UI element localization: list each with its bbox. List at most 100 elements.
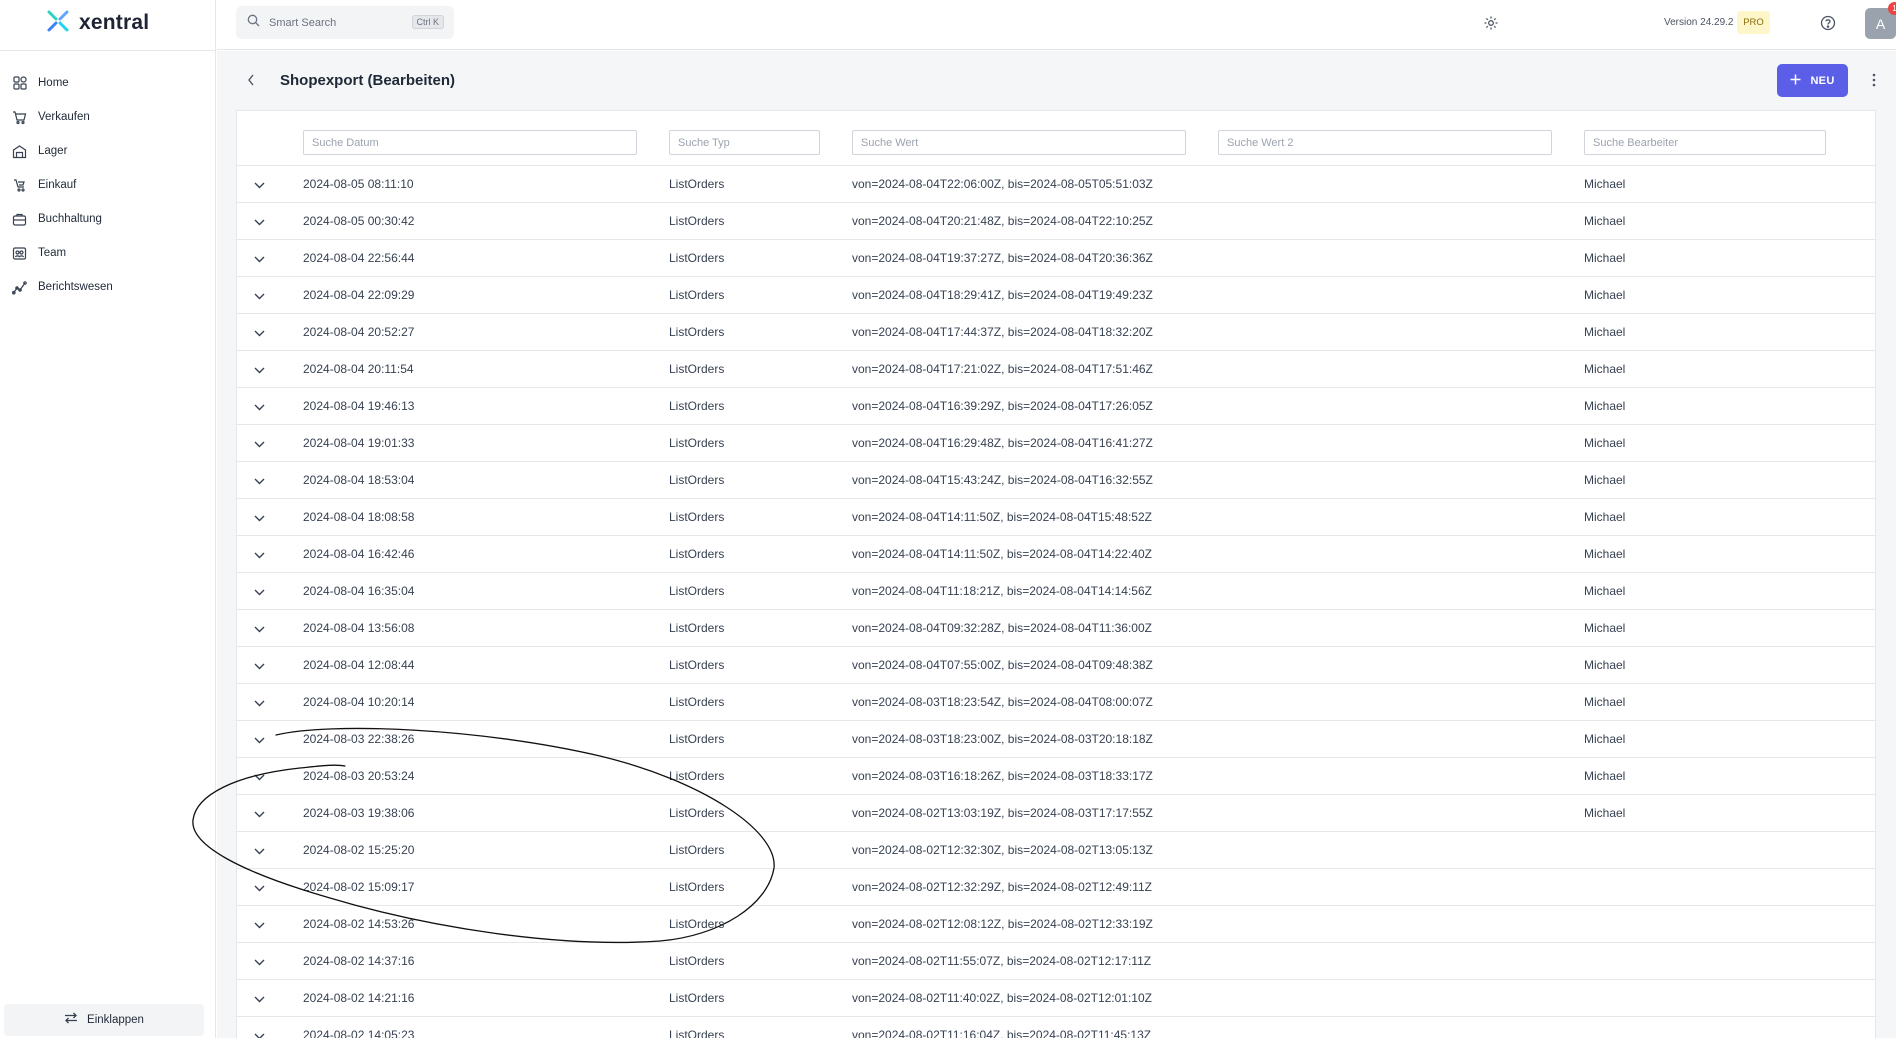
cell-datum: 2024-08-02 15:25:20 (303, 843, 415, 857)
cell-wert: von=2024-08-04T20:21:48Z, bis=2024-08-04… (852, 214, 1153, 228)
table-row[interactable]: 2024-08-02 15:09:17 ListOrders von=2024-08… (237, 869, 1875, 906)
expand-chevron-icon[interactable] (252, 1029, 266, 1038)
cell-bearbeiter: Michael (1584, 177, 1626, 191)
table-row[interactable]: 2024-08-04 18:08:58 ListOrders von=2024-08… (237, 499, 1875, 536)
cell-bearbeiter: Michael (1584, 547, 1626, 561)
cell-bearbeiter: Michael (1584, 621, 1626, 635)
expand-chevron-icon[interactable] (252, 178, 266, 192)
reports-icon (12, 280, 27, 295)
expand-chevron-icon[interactable] (252, 696, 266, 710)
expand-chevron-icon[interactable] (252, 437, 266, 451)
expand-chevron-icon[interactable] (252, 474, 266, 488)
back-chevron-icon[interactable] (243, 71, 259, 89)
cell-wert: von=2024-08-04T14:11:50Z, bis=2024-08-04… (852, 510, 1152, 524)
cell-wert: von=2024-08-04T11:18:21Z, bis=2024-08-04… (852, 584, 1152, 598)
table-row[interactable]: 2024-08-04 16:42:46 ListOrders von=2024-08… (237, 536, 1875, 573)
expand-chevron-icon[interactable] (252, 400, 266, 414)
collapse-sidebar-button[interactable]: Einklappen (4, 1004, 204, 1036)
search-input[interactable] (269, 16, 409, 29)
cell-bearbeiter: Michael (1584, 436, 1626, 450)
filter-datum-input[interactable] (303, 130, 637, 155)
expand-chevron-icon[interactable] (252, 770, 266, 784)
table-row[interactable]: 2024-08-04 18:53:04 ListOrders von=2024-08… (237, 462, 1875, 499)
cell-bearbeiter: Michael (1584, 362, 1626, 376)
cell-typ: ListOrders (669, 288, 725, 302)
table-row[interactable]: 2024-08-02 15:25:20 ListOrders von=2024-08… (237, 832, 1875, 869)
expand-chevron-icon[interactable] (252, 733, 266, 747)
filter-typ-input[interactable] (669, 130, 820, 155)
app-window: xentral Home Verkaufen Lager Einkauf Buc… (0, 0, 1896, 1038)
accounting-icon (12, 212, 27, 227)
table-row[interactable]: 2024-08-02 14:21:16 ListOrders von=2024-08… (237, 980, 1875, 1017)
table-row[interactable]: 2024-08-04 20:11:54 ListOrders von=2024-08… (237, 351, 1875, 388)
expand-chevron-icon[interactable] (252, 548, 266, 562)
cell-datum: 2024-08-03 20:53:24 (303, 769, 415, 783)
table-row[interactable]: 2024-08-04 19:01:33 ListOrders von=2024-08… (237, 425, 1875, 462)
cell-datum: 2024-08-02 14:21:16 (303, 991, 415, 1005)
expand-chevron-icon[interactable] (252, 511, 266, 525)
table-row[interactable]: 2024-08-04 20:52:27 ListOrders von=2024-08… (237, 314, 1875, 351)
cell-bearbeiter: Michael (1584, 584, 1626, 598)
help-icon[interactable] (1819, 14, 1837, 32)
expand-chevron-icon[interactable] (252, 585, 266, 599)
table-body: 2024-08-05 08:11:10 ListOrders von=2024-08… (237, 166, 1875, 1038)
table-row[interactable]: 2024-08-02 14:05:23 ListOrders von=2024-08… (237, 1017, 1875, 1038)
expand-chevron-icon[interactable] (252, 326, 266, 340)
cell-wert: von=2024-08-04T14:11:50Z, bis=2024-08-04… (852, 547, 1152, 561)
sidebar-item-home[interactable]: Home (0, 66, 215, 100)
table-row[interactable]: 2024-08-03 22:38:26 ListOrders von=2024-08… (237, 721, 1875, 758)
cell-wert: von=2024-08-02T12:32:30Z, bis=2024-08-02… (852, 843, 1153, 857)
cell-wert: von=2024-08-04T18:29:41Z, bis=2024-08-04… (852, 288, 1153, 302)
table-row[interactable]: 2024-08-04 16:35:04 ListOrders von=2024-08… (237, 573, 1875, 610)
cell-wert: von=2024-08-03T18:23:00Z, bis=2024-08-03… (852, 732, 1153, 746)
expand-chevron-icon[interactable] (252, 659, 266, 673)
table-row[interactable]: 2024-08-03 20:53:24 ListOrders von=2024-08… (237, 758, 1875, 795)
expand-chevron-icon[interactable] (252, 955, 266, 969)
cell-wert: von=2024-08-02T11:40:02Z, bis=2024-08-02… (852, 991, 1152, 1005)
purchase-icon (12, 178, 27, 193)
table-row[interactable]: 2024-08-04 10:20:14 ListOrders von=2024-08… (237, 684, 1875, 721)
filter-wert-input[interactable] (852, 130, 1186, 155)
expand-chevron-icon[interactable] (252, 807, 266, 821)
more-options-icon[interactable] (1869, 70, 1879, 90)
top-bar: Ctrl K Version 24.29.2 PRO A 1 (217, 0, 1896, 50)
sidebar-item-team[interactable]: Team (0, 236, 215, 270)
expand-chevron-icon[interactable] (252, 363, 266, 377)
filter-wert2-input[interactable] (1218, 130, 1552, 155)
warehouse-icon (12, 144, 27, 159)
table-row[interactable]: 2024-08-04 22:09:29 ListOrders von=2024-08… (237, 277, 1875, 314)
expand-chevron-icon[interactable] (252, 844, 266, 858)
collapse-label: Einklappen (87, 1014, 144, 1026)
table-row[interactable]: 2024-08-02 14:53:26 ListOrders von=2024-08… (237, 906, 1875, 943)
table-row[interactable]: 2024-08-02 14:37:16 ListOrders von=2024-08… (237, 943, 1875, 980)
table-row[interactable]: 2024-08-04 22:56:44 ListOrders von=2024-08… (237, 240, 1875, 277)
table-row[interactable]: 2024-08-05 08:11:10 ListOrders von=2024-08… (237, 166, 1875, 203)
gear-icon[interactable] (1482, 14, 1500, 32)
sidebar-item-einkauf[interactable]: Einkauf (0, 168, 215, 202)
table-row[interactable]: 2024-08-03 19:38:06 ListOrders von=2024-08… (237, 795, 1875, 832)
cell-datum: 2024-08-04 16:35:04 (303, 584, 415, 598)
expand-chevron-icon[interactable] (252, 252, 266, 266)
expand-chevron-icon[interactable] (252, 881, 266, 895)
table-row[interactable]: 2024-08-05 00:30:42 ListOrders von=2024-08… (237, 203, 1875, 240)
expand-chevron-icon[interactable] (252, 622, 266, 636)
sidebar-item-lager[interactable]: Lager (0, 134, 215, 168)
table-row[interactable]: 2024-08-04 12:08:44 ListOrders von=2024-08… (237, 647, 1875, 684)
expand-chevron-icon[interactable] (252, 918, 266, 932)
filter-bearbeiter-input[interactable] (1584, 130, 1826, 155)
table-row[interactable]: 2024-08-04 19:46:13 ListOrders von=2024-08… (237, 388, 1875, 425)
avatar[interactable]: A 1 (1865, 2, 1896, 39)
cell-datum: 2024-08-04 10:20:14 (303, 695, 415, 709)
expand-chevron-icon[interactable] (252, 215, 266, 229)
new-button[interactable]: NEU (1777, 64, 1848, 97)
expand-chevron-icon[interactable] (252, 992, 266, 1006)
smart-search[interactable]: Ctrl K (236, 6, 454, 39)
table-row[interactable]: 2024-08-04 13:56:08 ListOrders von=2024-08… (237, 610, 1875, 647)
cell-wert: von=2024-08-04T22:06:00Z, bis=2024-08-05… (852, 177, 1153, 191)
sidebar-item-buchhaltung[interactable]: Buchhaltung (0, 202, 215, 236)
expand-chevron-icon[interactable] (252, 289, 266, 303)
logo[interactable]: xentral (46, 10, 149, 36)
cell-typ: ListOrders (669, 251, 725, 265)
sidebar-item-berichtswesen[interactable]: Berichtswesen (0, 270, 215, 304)
sidebar-item-verkaufen[interactable]: Verkaufen (0, 100, 215, 134)
